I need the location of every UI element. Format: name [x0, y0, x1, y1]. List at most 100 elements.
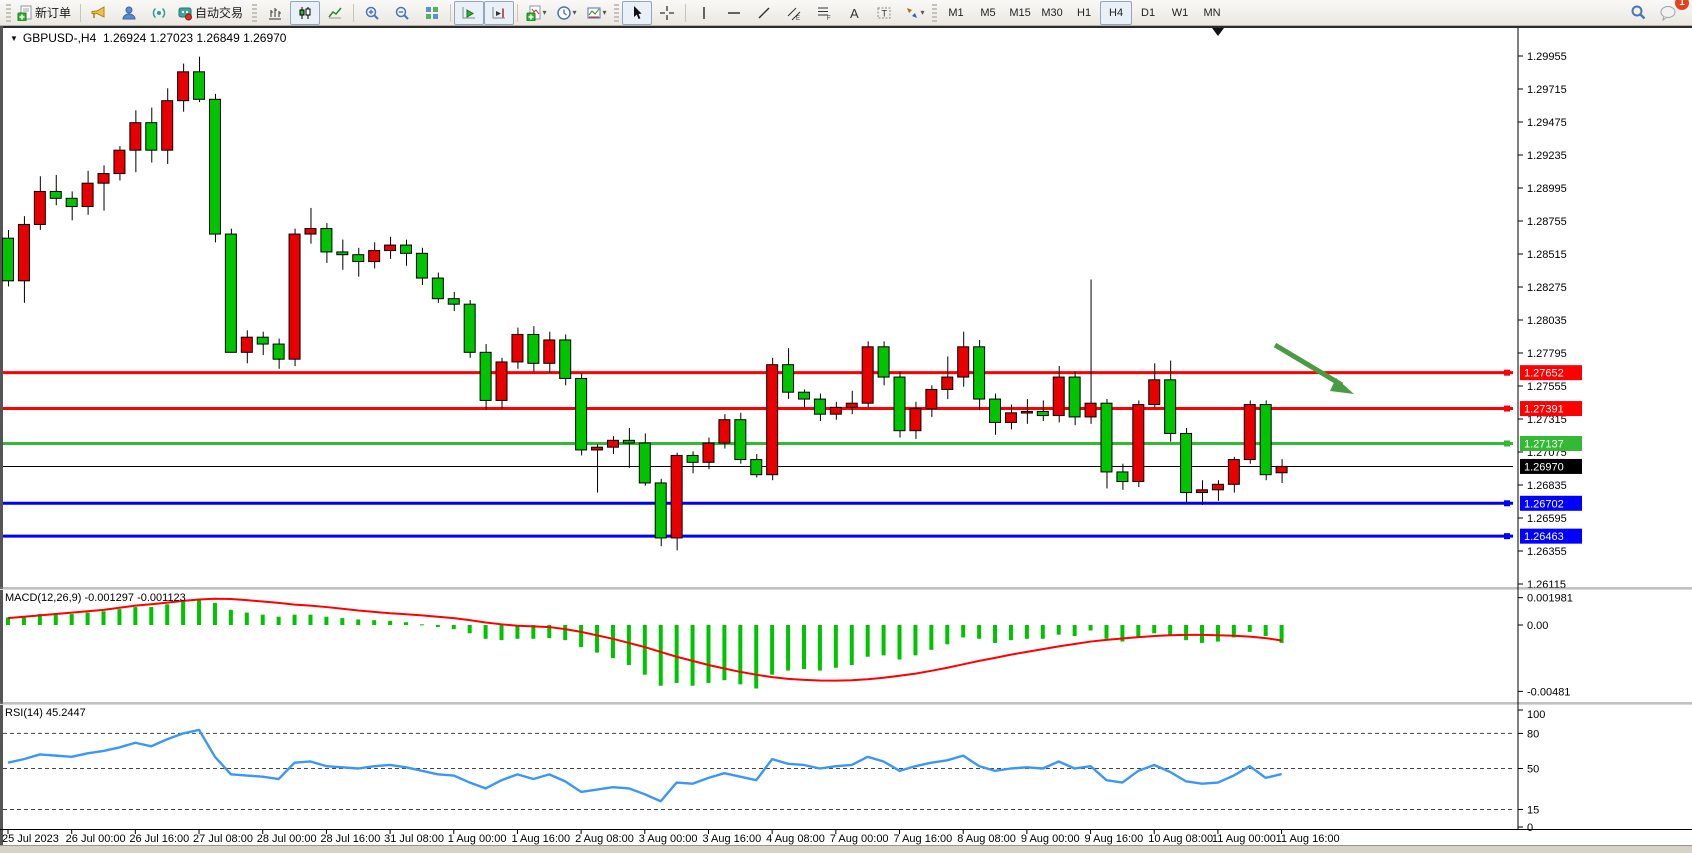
toolbar-grip[interactable]	[932, 4, 937, 22]
community-button[interactable]	[114, 1, 144, 25]
macd-histogram-bar	[340, 618, 344, 625]
macd-tick-label: -0.00481	[1527, 686, 1570, 698]
bar-chart-icon	[267, 5, 283, 21]
time-tick-label: 11 Aug 16:00	[1276, 833, 1340, 845]
toolbar-grip[interactable]	[6, 4, 11, 22]
price-tick-label: 1.26355	[1527, 546, 1567, 558]
zoom-out-button[interactable]	[387, 1, 417, 25]
rsi-tick-label: 80	[1527, 728, 1539, 740]
bar-chart-button[interactable]	[260, 1, 290, 25]
level-price-label: 1.26463	[1524, 531, 1564, 543]
candle-body	[719, 420, 730, 443]
chart-title[interactable]: ▼GBPUSD-,H4 1.26924 1.27023 1.26849 1.26…	[10, 31, 286, 45]
macd-histogram-bar	[1009, 625, 1013, 640]
tf-button-MN[interactable]: MN	[1196, 1, 1228, 25]
macd-histogram-bar	[165, 604, 169, 625]
chart-shift-button[interactable]	[484, 1, 514, 25]
text-button[interactable]: A	[839, 1, 869, 25]
candle-body	[273, 344, 284, 359]
candlestick-chart-button[interactable]	[290, 1, 320, 25]
tile-windows-button[interactable]	[417, 1, 447, 25]
trendline-button[interactable]	[749, 1, 779, 25]
candle-body	[623, 440, 634, 443]
macd-histogram-bar	[977, 625, 981, 639]
macd-histogram-bar	[945, 625, 949, 644]
tf-button-M1[interactable]: M1	[940, 1, 972, 25]
tf-button-M30[interactable]: M30	[1036, 1, 1068, 25]
macd-histogram-bar	[229, 610, 233, 625]
zoom-in-button[interactable]	[357, 1, 387, 25]
tf-button-H4[interactable]: H4	[1100, 1, 1132, 25]
chart-canvas[interactable]: 1.299551.297151.294751.292351.289951.287…	[0, 0, 1692, 853]
macd-histogram-bar	[293, 615, 297, 625]
macd-histogram-bar	[611, 625, 615, 658]
svg-text:T: T	[882, 8, 888, 18]
cursor-icon	[629, 5, 645, 21]
fibonacci-button[interactable]: F	[809, 1, 839, 25]
search-icon	[1630, 4, 1647, 21]
svg-text:F: F	[827, 16, 831, 21]
tf-button-M5[interactable]: M5	[972, 1, 1004, 25]
macd-histogram-bar	[993, 625, 997, 643]
indicators-button[interactable]: ▾	[521, 1, 551, 25]
horizontal-line-icon	[726, 5, 742, 21]
time-tick-label: 4 Aug 08:00	[766, 833, 825, 845]
periods-button[interactable]: ▾	[551, 1, 581, 25]
macd-histogram-bar	[452, 625, 456, 629]
tf-button-H1[interactable]: H1	[1068, 1, 1100, 25]
candle-body	[1197, 490, 1208, 493]
macd-histogram-bar	[324, 617, 328, 625]
price-tick-label: 1.29955	[1527, 51, 1567, 63]
candle-body	[289, 234, 300, 359]
announcements-button[interactable]	[84, 1, 114, 25]
tf-button-D1[interactable]: D1	[1132, 1, 1164, 25]
vertical-line-button[interactable]	[689, 1, 719, 25]
cursor-button[interactable]	[622, 1, 652, 25]
macd-histogram-bar	[1264, 625, 1268, 636]
tf-button-W1[interactable]: W1	[1164, 1, 1196, 25]
indicators-icon	[526, 5, 542, 21]
macd-histogram-bar	[436, 625, 440, 627]
chart-dropdown-icon[interactable]: ▼	[10, 34, 18, 43]
candle-body	[592, 447, 603, 450]
time-tick-label: 1 Aug 16:00	[511, 833, 570, 845]
search-button[interactable]	[1623, 1, 1653, 25]
symbol-period-label: GBPUSD-,H4	[23, 31, 96, 45]
macd-histogram-bar	[1168, 625, 1172, 635]
price-tick-label: 1.29475	[1527, 117, 1567, 129]
candle-body	[1228, 460, 1239, 485]
templates-button[interactable]: ▾	[581, 1, 611, 25]
candle-body	[974, 347, 985, 399]
macd-histogram-bar	[117, 609, 121, 625]
crosshair-button[interactable]	[652, 1, 682, 25]
time-tick-label: 26 Jul 00:00	[66, 833, 126, 845]
text-label-button[interactable]: T	[869, 1, 899, 25]
price-tick-label: 1.28995	[1527, 183, 1567, 195]
tf-button-M15[interactable]: M15	[1004, 1, 1036, 25]
svg-text:E: E	[796, 16, 800, 21]
candle-body	[194, 72, 205, 100]
candle-body	[416, 253, 427, 278]
macd-histogram-bar	[659, 625, 663, 686]
candle-body	[241, 337, 252, 352]
time-tick-label: 11 Aug 00:00	[1212, 833, 1276, 845]
candle-body	[926, 389, 937, 408]
candle-body	[225, 234, 236, 352]
arrows-button[interactable]: ▾	[899, 1, 929, 25]
toolbar-grip[interactable]	[614, 4, 619, 22]
equidistant-channel-button[interactable]: E	[779, 1, 809, 25]
auto-scroll-button[interactable]	[454, 1, 484, 25]
signals-button[interactable]	[144, 1, 174, 25]
candle-body	[130, 123, 141, 151]
notification-badge[interactable]: 1	[1675, 0, 1689, 10]
window-bottom-edge	[0, 846, 1692, 853]
price-tick-label: 1.28035	[1527, 315, 1567, 327]
new-order-button[interactable]: 新订单	[14, 1, 77, 25]
horizontal-line-button[interactable]	[719, 1, 749, 25]
toolbar-grip[interactable]	[252, 4, 257, 22]
time-axis[interactable]: 25 Jul 202326 Jul 00:0026 Jul 16:0027 Ju…	[2, 830, 1340, 845]
candle-body	[814, 399, 825, 414]
new-order-icon	[17, 5, 33, 21]
autotrading-button[interactable]: 自动交易	[174, 1, 249, 25]
line-chart-button[interactable]	[320, 1, 350, 25]
